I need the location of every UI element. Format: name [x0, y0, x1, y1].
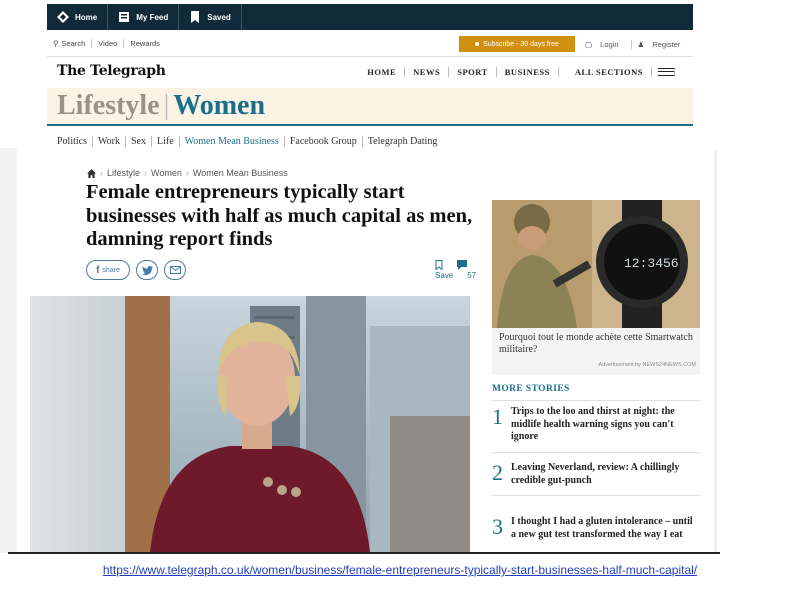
- ad-credit: Advertisement by NEWS24NEWS.COM: [598, 362, 697, 368]
- account-links: ▢ Login ♟ Register: [579, 36, 692, 52]
- article-area: › Lifestyle › Women › Women Mean Busines…: [17, 148, 714, 553]
- login-label: Login: [600, 39, 619, 49]
- dot-icon: [475, 42, 480, 46]
- breadcrumb-lifestyle[interactable]: Lifestyle: [107, 168, 140, 178]
- telegraph-logo[interactable]: The Telegraph: [57, 63, 166, 79]
- bookmark-icon[interactable]: [435, 260, 443, 270]
- all-sections-label: ALL SECTIONS: [567, 67, 652, 77]
- bookmark-icon: [191, 11, 200, 23]
- breadcrumb: › Lifestyle › Women › Women Mean Busines…: [87, 168, 288, 178]
- telegraph-diamond-icon: [57, 11, 69, 23]
- search-link[interactable]: ⚲ Search: [47, 38, 93, 48]
- watch-time: 12:3456: [624, 256, 679, 271]
- section-lifestyle[interactable]: Lifestyle: [57, 90, 160, 122]
- ad-image: 12:3456: [492, 200, 700, 328]
- email-share-button[interactable]: [164, 260, 186, 280]
- login-link[interactable]: ▢ Login: [579, 39, 632, 49]
- more-stories-heading: MORE STORIES: [492, 384, 700, 401]
- nav-all-sections[interactable]: ALL SECTIONS: [559, 67, 683, 77]
- nav-sport[interactable]: SPORT: [449, 67, 497, 77]
- story-number: 1: [492, 404, 503, 429]
- portrait-illustration: [30, 296, 470, 553]
- save-label[interactable]: Save: [435, 270, 453, 281]
- subnav-politics[interactable]: Politics: [57, 136, 94, 147]
- chevron-right-icon: ›: [185, 168, 189, 178]
- hero-photo: [30, 296, 470, 553]
- facebook-icon: f: [96, 264, 100, 276]
- register-label: Register: [652, 39, 681, 49]
- masthead: The Telegraph HOME NEWS SPORT BUSINESS A…: [47, 56, 693, 88]
- menu-icon: [658, 68, 675, 76]
- my-feed-label: My Feed: [136, 12, 169, 22]
- story-item[interactable]: 2 Leaving Neverland, review: A chillingl…: [492, 462, 700, 496]
- twitter-icon: [141, 265, 153, 275]
- subnav-sex[interactable]: Sex: [126, 136, 152, 147]
- register-link[interactable]: ♟ Register: [632, 40, 693, 49]
- share-buttons: f share: [86, 260, 186, 280]
- site-header: Home My Feed Saved ⚲ Search Video Rewards…: [47, 4, 719, 150]
- chevron-right-icon: ›: [100, 168, 103, 178]
- breadcrumb-women-mean-business[interactable]: Women Mean Business: [193, 168, 288, 178]
- feed-icon: [119, 12, 130, 22]
- twitter-share-button[interactable]: [136, 260, 158, 280]
- main-nav: HOME NEWS SPORT BUSINESS ALL SECTIONS: [359, 67, 683, 77]
- home-label: Home: [75, 12, 98, 22]
- subnav-telegraph-dating[interactable]: Telegraph Dating: [363, 136, 443, 147]
- search-label: Search: [61, 38, 86, 48]
- comment-count[interactable]: 57: [467, 270, 476, 281]
- sub-nav: Politics Work Sex Life Women Mean Busine…: [57, 136, 442, 147]
- article-headline: Female entrepreneurs typically start bus…: [86, 181, 473, 250]
- saved-link[interactable]: Saved: [179, 4, 242, 30]
- home-icon[interactable]: [87, 168, 96, 178]
- advertisement[interactable]: 12:3456 Pourquoi tout le monde achète ce…: [492, 200, 700, 375]
- rewards-link[interactable]: Rewards: [124, 39, 166, 48]
- chevron-right-icon: ›: [144, 168, 148, 178]
- saved-label: Saved: [207, 12, 231, 22]
- divider: [8, 552, 720, 554]
- comment-icon[interactable]: [457, 260, 467, 270]
- ad-headline[interactable]: Pourquoi tout le monde achète cette Smar…: [499, 332, 695, 356]
- email-icon: [169, 266, 181, 274]
- facebook-share-button[interactable]: f share: [86, 260, 130, 280]
- subnav-life[interactable]: Life: [152, 136, 180, 147]
- ad-smartwatch-illustration: 12:3456: [492, 200, 700, 328]
- section-title: Lifestyle | Women: [47, 88, 693, 126]
- subnav-work[interactable]: Work: [93, 136, 126, 147]
- section-divider: |: [163, 90, 170, 121]
- utility-bar: ⚲ Search Video Rewards Subscribe - 30 day…: [47, 32, 693, 54]
- story-title[interactable]: Trips to the loo and thirst at night: th…: [511, 406, 700, 444]
- breadcrumb-women[interactable]: Women: [151, 168, 182, 178]
- story-title[interactable]: Leaving Neverland, review: A chillingly …: [511, 462, 700, 487]
- nav-news[interactable]: NEWS: [405, 67, 450, 77]
- story-item[interactable]: 1 Trips to the loo and thirst at night: …: [492, 406, 700, 453]
- story-number: 2: [492, 460, 503, 485]
- home-link[interactable]: Home: [47, 4, 109, 30]
- search-icon: ⚲: [53, 38, 59, 48]
- story-title[interactable]: I thought I had a gluten intolerance – u…: [511, 516, 700, 541]
- top-bar: Home My Feed Saved: [47, 4, 693, 30]
- story-item[interactable]: 3 I thought I had a gluten intolerance –…: [492, 516, 700, 549]
- save-comment-bar: Save 57: [435, 260, 476, 281]
- subscribe-button[interactable]: Subscribe - 30 days free: [459, 36, 575, 52]
- subscribe-label: Subscribe - 30 days free: [483, 40, 559, 48]
- section-women[interactable]: Women: [173, 90, 265, 122]
- left-backdrop: [0, 148, 17, 553]
- my-feed-link[interactable]: My Feed: [108, 4, 180, 30]
- subnav-women-mean-business[interactable]: Women Mean Business: [180, 136, 285, 147]
- nav-business[interactable]: BUSINESS: [497, 67, 559, 77]
- source-url-link[interactable]: https://www.telegraph.co.uk/women/busine…: [0, 563, 800, 577]
- share-label: share: [102, 266, 120, 274]
- story-number: 3: [492, 514, 503, 539]
- nav-home[interactable]: HOME: [359, 67, 406, 77]
- subnav-facebook-group[interactable]: Facebook Group: [285, 136, 363, 147]
- video-link[interactable]: Video: [92, 38, 125, 48]
